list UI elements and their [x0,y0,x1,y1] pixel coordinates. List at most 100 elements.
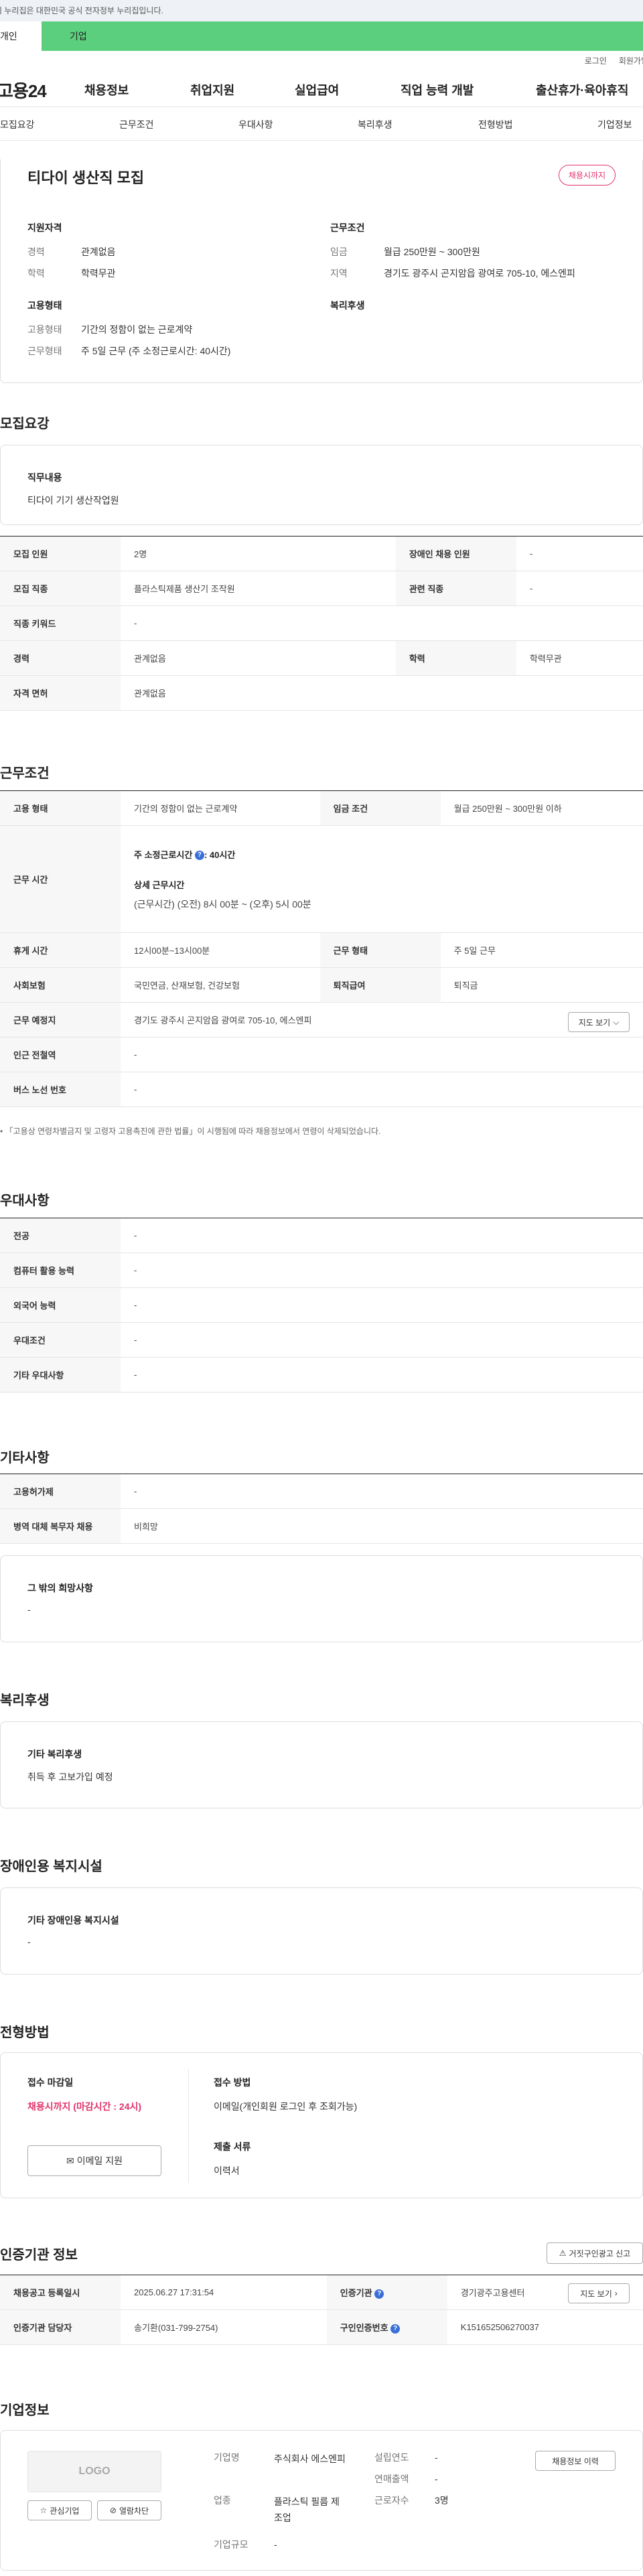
email-apply-button[interactable]: ✉ 이메일 지원 [27,2145,161,2176]
disabled-heading: 장애인용 복지시설 [0,1859,102,1874]
table-label: 사회보험 [0,967,121,1003]
wage-value: 월급 250만원 ~ 300만원 [384,246,480,257]
table-label: 인근 전철역 [0,1037,121,1072]
welfare-summary-block: 복리후생 [330,299,365,312]
method-value: 이메일(개인회원 로그인 후 조회가능) [214,2101,358,2112]
anchor-pref[interactable]: 우대사항 [238,118,273,131]
edu-value: 학력무관 [81,268,116,279]
docs-value: 이력서 [214,2165,240,2176]
table-row: 병역 대체 복무자 채용 비희망 [0,1508,643,1544]
company-founded-row: 설립연도 - [374,2451,438,2464]
table-label: 버스 노선 번호 [0,1072,121,1107]
table-value: 2명 [121,536,396,571]
conditions-heading: 근무조건 [330,222,365,233]
table-row: 자격 면허 관계없음 [0,675,643,711]
company-sales-row: 연매출액 - [374,2472,438,2486]
cert-org-label: 인증기관 [340,2288,372,2298]
cert-map-button[interactable]: 지도 보기 › [568,2283,630,2303]
docs-heading: 제출 서류 [214,2141,251,2152]
table-row: 우대조건 - [0,1322,643,1358]
table-row: 모집 직종 플라스틱제품 생산기 조작원 관련 직종 - [0,571,643,606]
hours-detail-heading: 상세 근무시간 [134,879,185,890]
anchor-selection[interactable]: 전형방법 [478,118,513,131]
cert-table: 채용공고 등록일시 2025.06.27 17:31:54 인증기관 ? 경기광주고용… [0,2275,643,2345]
utility-links: 로그인 회원가입 [0,51,643,70]
deadline-value: 채용시까지 (마감시간 : 24시) [27,2101,142,2112]
recruit-table: 모집 인원 2명 장애인 채용 인원 - 모집 직종 플라스틱제품 생산기 조작원 관련 … [0,536,643,711]
welfare-sub-heading: 기타 복리후생 [27,1749,82,1760]
favorite-company-button[interactable]: ☆ 관심기업 [27,2500,92,2520]
weekly-hours: 주 소정근로시간 ?: 40시간 [134,848,630,861]
cert-heading: 인증기관 정보 [0,2248,78,2263]
site-logo[interactable]: 고용24 [0,78,78,102]
global-nav: 고용24 채용정보 취업지원 실업급여 직업 능력 개발 출산휴가·육아휴직 [0,70,643,107]
anchor-welfare[interactable]: 복리후생 [358,118,392,131]
table-row: 전공 - [0,1218,643,1253]
join-link[interactable]: 회원가입 [619,55,643,66]
gnb-item-leave[interactable]: 출산휴가·육아휴직 [536,81,628,98]
selection-card: 접수 마감일 채용시까지 (마감시간 : 24시) ✉ 이메일 지원 접수 방법 … [0,2052,643,2198]
deadline-block: 접수 마감일 채용시까지 (마감시간 : 24시) ✉ 이메일 지원 [27,2076,161,2176]
weekly-hours-label: 주 소정근로시간 [134,849,193,860]
place-cell: 경기도 광주시 곤지암읍 광여로 705-10, 에스엔피 지도 보기 ⌵ [121,1002,643,1037]
table-row: 고용 형태 기간의 정함이 없는 근로계약 임금 조건 월급 250만원 ~ 300만… [0,790,643,826]
table-label: 근무 시간 [0,825,121,933]
welfare-card: 기타 복리후생 취득 후 고보가입 예정 [0,1721,643,1808]
employ-block: 고용형태 고용형태 기간의 정함이 없는 근로계약 근무형태 주 5일 근무 (주 … [27,299,230,358]
company-sales-value: - [435,2474,438,2484]
table-value: 송기환(031-799-2754) [121,2309,327,2345]
table-label: 모집 직종 [0,571,121,606]
anchor-recruit[interactable]: 모집요강 [0,118,35,131]
table-row: 사회보험 국민연금, 산재보험, 건강보험 퇴직급여 퇴직금 [0,967,643,1003]
extra-heading: 그 밖의 희망사항 [27,1583,93,1593]
company-size-row: 기업규모 - [214,2538,277,2551]
recruit-heading: 모집요강 [0,417,50,431]
report-button[interactable]: ⚠ 거짓구인광고 신고 [547,2242,643,2264]
chevron-down-icon: ⌵ [613,1017,620,1027]
map-button[interactable]: 지도 보기 ⌵ [568,1012,630,1032]
gnb-item-unemployment[interactable]: 실업급여 [295,81,339,98]
table-label: 근무 예정지 [0,1002,121,1037]
block-view-button[interactable]: ⊘ 열람차단 [97,2500,161,2520]
table-label: 자격 면허 [0,675,121,711]
employ-heading: 고용형태 [27,300,62,311]
table-value: - [121,1322,643,1358]
job-history-button[interactable]: 채용정보 이력 [535,2451,616,2471]
warning-icon: ⚠ [559,2248,567,2258]
table-row: 기타 우대사항 - [0,1357,643,1392]
table-value: - [121,1218,643,1253]
table-row: 버스 노선 번호 - [0,1072,643,1107]
gnb-item-employment[interactable]: 취업지원 [190,81,234,98]
gov-banner-text: 이 누리집은 대한민국 공식 전자정부 누리집입니다. [0,6,163,15]
table-label: 인증기관 ? [326,2275,447,2310]
company-card: LOGO ☆ 관심기업 ⊘ 열람차단 기업명 주식회사 에스엔피 업종 플라스틱 필름 … [0,2430,643,2571]
table-label: 임금 조건 [319,790,441,826]
table-value: 학력무관 [516,640,643,676]
login-link[interactable]: 로그인 [585,55,607,66]
tab-personal[interactable]: 개인 [0,21,42,51]
welfare-heading: 복리후생 [0,1693,50,1708]
block-icon: ⊘ [109,2506,117,2515]
extra-value: - [27,1604,31,1615]
company-founded-label: 설립연도 [374,2452,409,2463]
age-note: • 「고용상 연령차별금지 및 고령자 고용촉진에 관한 법률」이 시행됨에 따… [0,1125,380,1137]
gnb-item-jobs[interactable]: 채용정보 [84,81,129,98]
emp-type-label: 고용형태 [27,324,62,335]
anchor-company[interactable]: 기업정보 [597,118,632,131]
hours-detail-value: (근무시간) (오전) 8시 00분 ~ (오후) 5시 00분 [134,898,311,910]
table-value: 12시00분~13시00분 [121,932,320,968]
info-icon[interactable]: ? [390,2323,401,2334]
info-icon[interactable]: ? [374,2289,384,2299]
table-value: 국민연금, 산재보험, 건강보험 [121,967,320,1003]
table-row: 직종 키워드 - [0,605,643,641]
table-value: - [516,571,643,606]
tab-business[interactable]: 기업 [42,21,643,51]
table-row: 외국어 능력 - [0,1287,643,1323]
table-value: - [121,1037,643,1072]
anchor-work[interactable]: 근무조건 [119,118,154,131]
gnb-item-training[interactable]: 직업 능력 개발 [401,81,474,98]
table-row: 인근 전철역 - [0,1037,643,1072]
welfare-summary-heading: 복리후생 [330,300,365,311]
info-icon[interactable]: ? [194,851,204,861]
table-value: 관계없음 [121,640,396,676]
